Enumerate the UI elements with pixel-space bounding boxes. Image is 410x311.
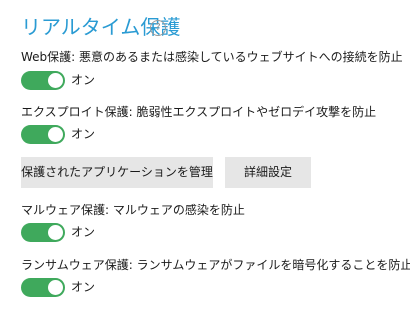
web-protection-toggle[interactable] — [21, 70, 65, 90]
malware-protection-label: マルウェア保護: マルウェアの感染を防止 — [21, 203, 245, 217]
toggle-knob — [48, 279, 63, 295]
ransomware-protection-toggle-row: オン — [21, 277, 95, 297]
toggle-knob — [48, 224, 63, 240]
web-protection-state: オン — [71, 73, 96, 87]
advanced-settings-button[interactable]: 詳細設定 — [225, 157, 311, 188]
manage-protected-apps-button[interactable]: 保護されたアプリケーションを管理 — [21, 157, 213, 188]
exploit-protection-toggle-row: オン — [21, 124, 95, 144]
ransomware-protection-state: オン — [71, 280, 96, 294]
web-protection-toggle-row: オン — [21, 70, 95, 90]
ransomware-protection-toggle[interactable] — [21, 277, 65, 297]
malware-protection-state: オン — [71, 225, 96, 239]
toggle-knob — [48, 126, 63, 142]
exploit-protection-label: エクスプロイト保護: 脆弱性エクスプロイトやゼロデイ攻撃を防止 — [21, 105, 377, 119]
exploit-protection-toggle[interactable] — [21, 124, 65, 144]
ransomware-protection-label: ランサムウェア保護: ランサムウェアがファイルを暗号化することを防止 — [21, 258, 410, 272]
help-icon[interactable]: ? — [150, 20, 166, 36]
malware-protection-toggle[interactable] — [21, 222, 65, 242]
exploit-protection-state: オン — [71, 127, 96, 141]
web-protection-label: Web保護: 悪意のあるまたは感染しているウェブサイトへの接続を防止 — [21, 50, 403, 64]
toggle-knob — [48, 72, 63, 88]
malware-protection-toggle-row: オン — [21, 222, 95, 242]
